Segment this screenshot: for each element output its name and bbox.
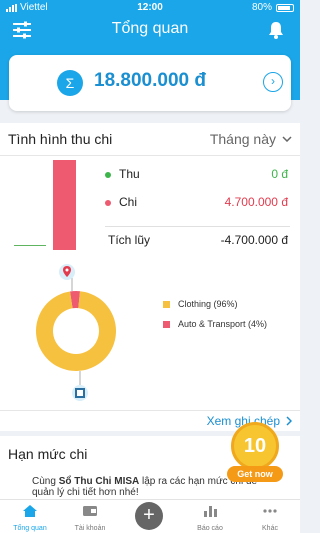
divider: [0, 155, 300, 156]
overview-section: Tình hình thu chi Tháng này Thu 0 đ Chi …: [0, 123, 300, 431]
clothing-icon: [72, 385, 88, 401]
accum-value: -4.700.000 đ: [220, 233, 288, 247]
promo-prefix: Cùng: [32, 476, 59, 487]
wallet-icon: [83, 506, 97, 516]
page-title: Tổng quan: [111, 20, 189, 37]
accum-label: Tích lũy: [108, 233, 151, 247]
limits-title: Hạn mức chi: [8, 446, 88, 462]
income-row: Thu: [105, 167, 290, 181]
plus-icon: +: [143, 504, 155, 526]
period-label: Tháng này: [209, 131, 276, 147]
chevron-down-icon: [282, 136, 292, 142]
more-icon: [263, 509, 277, 513]
income-label: Thu: [119, 167, 140, 181]
legend-item: Auto & Transport (4%): [163, 319, 267, 329]
expense-row: Chi: [105, 195, 137, 209]
legend-label-clothing: Clothing (96%): [178, 299, 238, 309]
battery-icon: [276, 3, 294, 12]
expense-bar: [53, 160, 76, 250]
overview-title: Tình hình thu chi: [8, 131, 113, 147]
add-transaction-button[interactable]: +: [135, 502, 163, 530]
tab-overview[interactable]: Tổng quan: [0, 500, 60, 533]
tab-label: Báo cáo: [197, 525, 223, 532]
tab-label: Tài khoản: [74, 525, 106, 532]
tab-label: Tổng quan: [13, 525, 47, 532]
expense-label: Chi: [119, 195, 138, 209]
legend-item: Clothing (96%): [163, 299, 238, 309]
chevron-right-icon: [286, 416, 292, 426]
tab-reports[interactable]: Báo cáo: [180, 500, 240, 533]
chevron-right-icon[interactable]: ›: [263, 72, 283, 92]
divider: [0, 410, 300, 411]
legend-label-auto: Auto & Transport (4%): [178, 319, 268, 329]
legend-swatch: [163, 321, 170, 329]
expense-dot: [105, 199, 111, 206]
tab-more[interactable]: Khác: [240, 500, 300, 533]
tab-accounts[interactable]: Tài khoản: [60, 500, 120, 533]
total-amount: 18.800.000 đ: [94, 70, 206, 91]
sigma-icon: Σ: [57, 70, 83, 96]
home-icon: [23, 505, 37, 517]
get-now-button[interactable]: Get now: [227, 466, 283, 482]
bar-chart-icon: [204, 506, 217, 517]
promo-badge[interactable]: 10 Get now: [225, 422, 285, 490]
income-value: 0 đ: [271, 167, 288, 181]
badge-number: 10: [231, 422, 279, 470]
bell-icon[interactable]: [266, 21, 286, 39]
promo-brand: Sổ Thu Chi MISA: [58, 476, 140, 487]
period-selector[interactable]: Tháng này: [210, 131, 292, 147]
income-dot: [105, 171, 111, 178]
expense-donut-chart[interactable]: [26, 261, 126, 406]
status-bar: Viettel 12:00 80%: [0, 0, 300, 16]
tab-label: Khác: [262, 525, 278, 532]
battery-percent: 80%: [251, 2, 272, 13]
legend-swatch: [163, 301, 170, 309]
income-bar: [14, 245, 46, 246]
map-pin-icon: [59, 264, 75, 280]
expense-value: 4.700.000 đ: [224, 195, 288, 209]
total-balance-card[interactable]: Σ 18.800.000 đ ›: [9, 55, 291, 111]
accum-divider: [105, 226, 290, 227]
